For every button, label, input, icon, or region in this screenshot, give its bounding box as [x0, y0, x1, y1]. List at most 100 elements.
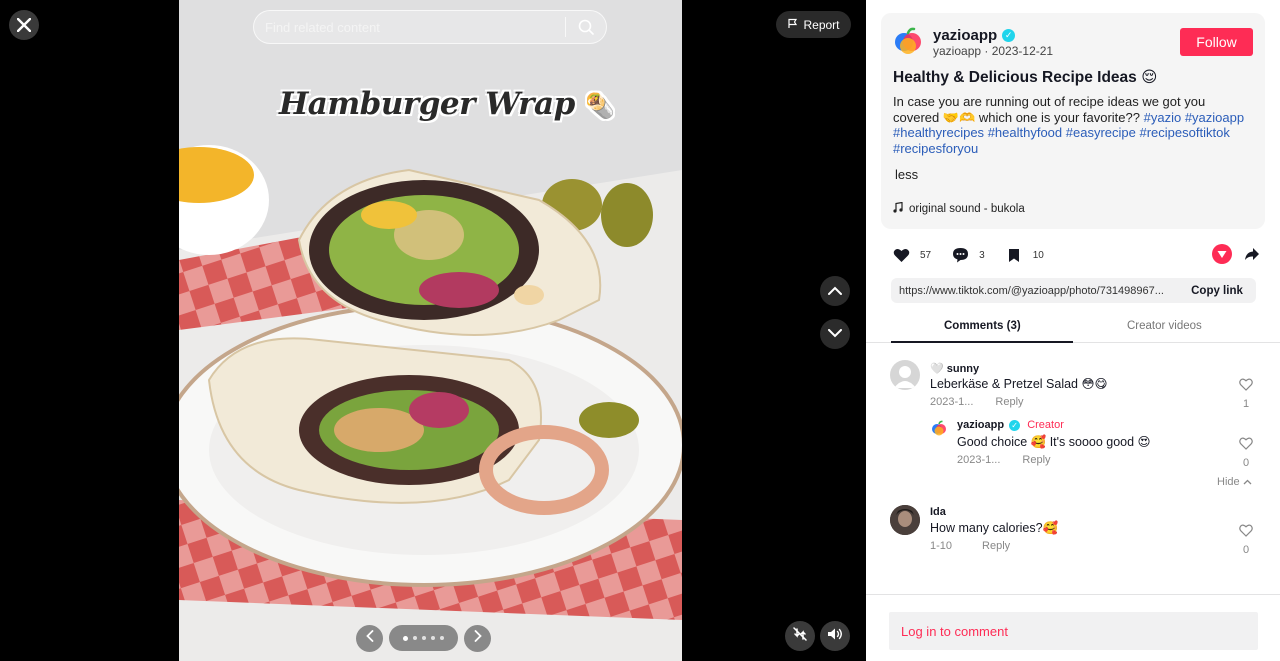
flag-icon [787, 18, 798, 32]
tab-bar: Comments (3) Creator videos [866, 314, 1280, 343]
search-bar[interactable] [253, 10, 607, 44]
carousel-dot[interactable] [422, 636, 426, 640]
hashtag-link[interactable]: #healthyfood [988, 125, 1062, 140]
comment-action[interactable]: 3 [949, 244, 985, 266]
hashtag-link[interactable]: #recipesforyou [893, 141, 978, 156]
comment-count: 3 [979, 249, 985, 261]
sound-name: original sound - bukola [909, 203, 1025, 215]
hide-label: Hide [1217, 476, 1240, 488]
carousel-dot[interactable] [440, 636, 444, 640]
post-title: Healthy & Delicious Recipe Ideas 😌 [893, 69, 1158, 86]
carousel-dot[interactable] [431, 636, 435, 640]
action-bar: 57 3 10 [890, 244, 1062, 266]
comment-like-button[interactable]: 0 [1236, 524, 1256, 556]
less-toggle[interactable]: less [895, 167, 918, 182]
reply-author-avatar[interactable] [930, 419, 948, 437]
reply-like-button[interactable]: 0 [1236, 437, 1256, 469]
verified-badge-icon: ✓ [1002, 29, 1016, 42]
save-count: 10 [1032, 249, 1044, 261]
tab-creator-videos[interactable]: Creator videos [1127, 320, 1202, 332]
copy-link-button[interactable]: Copy link [1178, 285, 1256, 297]
commenter-avatar[interactable] [890, 505, 920, 535]
previous-post-button[interactable] [820, 276, 850, 306]
reply-text: Good choice 🥰 It's soooo good 😍 [957, 435, 1151, 449]
carousel-controls [356, 624, 491, 652]
hashtag-link[interactable]: #yazioapp [1185, 110, 1244, 125]
comment-date: 2023-1... [930, 396, 974, 408]
report-button[interactable]: Report [776, 11, 851, 38]
photo-title: Hamburger Wrap 🌯 [279, 86, 615, 122]
photo-viewer: Hamburger Wrap 🌯 Report [0, 0, 866, 661]
search-icon[interactable] [566, 19, 606, 35]
commenter-avatar[interactable] [890, 360, 920, 390]
share-link-url[interactable]: https://www.tiktok.com/@yazioapp/photo/7… [899, 285, 1178, 297]
comment-like-count: 0 [1242, 544, 1250, 556]
share-buttons [1212, 244, 1260, 269]
login-to-comment-button[interactable]: Log in to comment [889, 612, 1258, 650]
author-name[interactable]: yazioapp ✓ [933, 27, 1016, 44]
chevron-right-icon [474, 629, 482, 647]
heart-outline-icon [1239, 524, 1253, 541]
carousel-prev-button[interactable] [356, 624, 383, 652]
hashtag-link[interactable]: #yazio [1144, 110, 1182, 125]
next-post-button[interactable] [820, 319, 850, 349]
burrito-emoji: 🌯 [585, 91, 615, 120]
sound-link[interactable]: original sound - bukola [893, 201, 1025, 216]
author-avatar[interactable] [893, 26, 923, 56]
music-note-icon [893, 201, 903, 216]
comment-text: How many calories?🥰 [930, 521, 1059, 535]
commenter-name[interactable]: Ida [930, 506, 946, 518]
reply-author[interactable]: yazioapp ✓ Creator [957, 419, 1064, 431]
reply-date: 2023-1... [957, 454, 1001, 466]
follow-button[interactable]: Follow [1180, 28, 1253, 56]
autoscroll-toggle-button[interactable] [785, 621, 815, 651]
repost-icon[interactable] [1212, 244, 1232, 269]
hide-replies-button[interactable]: Hide [1217, 476, 1252, 488]
reply-button[interactable]: Reply [1022, 454, 1050, 466]
reply-meta: 2023-1... Reply [957, 454, 1051, 466]
reply-author-name: yazioapp [957, 419, 1005, 431]
carousel-dots [389, 625, 458, 651]
auto-scroll-off-icon [792, 626, 808, 647]
save-action[interactable]: 10 [1003, 244, 1044, 266]
speaker-icon [827, 627, 843, 646]
tab-comments[interactable]: Comments (3) [944, 320, 1021, 332]
comment-footer: Log in to comment [866, 594, 1280, 661]
volume-button[interactable] [820, 621, 850, 651]
photo-title-text: Hamburger Wrap [279, 86, 575, 122]
comment-text: Leberkäse & Pretzel Salad 😳😋 [930, 377, 1108, 391]
chevron-left-icon [365, 629, 374, 647]
carousel-dot[interactable] [413, 636, 417, 640]
carousel-next-button[interactable] [464, 624, 491, 652]
post-body: In case you are running out of recipe id… [893, 94, 1253, 156]
comment-like-count: 1 [1242, 398, 1250, 410]
active-tab-indicator [891, 341, 1073, 343]
app-root: Hamburger Wrap 🌯 Report [0, 0, 1280, 661]
chevron-down-icon [828, 325, 842, 343]
comment-date: 1-10 [930, 540, 953, 552]
bookmark-icon [1003, 244, 1025, 266]
author-name-text: yazioapp [933, 27, 998, 44]
search-input[interactable] [265, 19, 565, 35]
share-link-box: https://www.tiktok.com/@yazioapp/photo/7… [891, 278, 1256, 303]
like-action[interactable]: 57 [890, 244, 931, 266]
chevron-up-icon [828, 282, 842, 300]
carousel-dot[interactable] [403, 635, 408, 641]
close-icon[interactable] [9, 10, 39, 40]
reply-button[interactable]: Reply [982, 540, 1010, 552]
hashtag-link[interactable]: #easyrecipe [1066, 125, 1136, 140]
share-arrow-icon[interactable] [1244, 246, 1260, 267]
commenter-name[interactable]: 🤍 sunny [930, 362, 979, 375]
comment-like-button[interactable]: 1 [1236, 378, 1256, 410]
hashtag-link[interactable]: #recipesoftiktok [1140, 125, 1230, 140]
reply-like-count: 0 [1242, 457, 1250, 469]
comment-meta: 2023-1... Reply [930, 396, 1024, 408]
heart-outline-icon [1239, 378, 1253, 395]
chevron-up-icon [1243, 476, 1252, 488]
report-label: Report [803, 17, 840, 32]
comment-bubble-icon [949, 244, 971, 266]
hashtag-link[interactable]: #healthyrecipes [893, 125, 984, 140]
heart-outline-icon [1239, 437, 1253, 454]
reply-button[interactable]: Reply [995, 396, 1023, 408]
photo-slide: Hamburger Wrap 🌯 [179, 0, 682, 661]
